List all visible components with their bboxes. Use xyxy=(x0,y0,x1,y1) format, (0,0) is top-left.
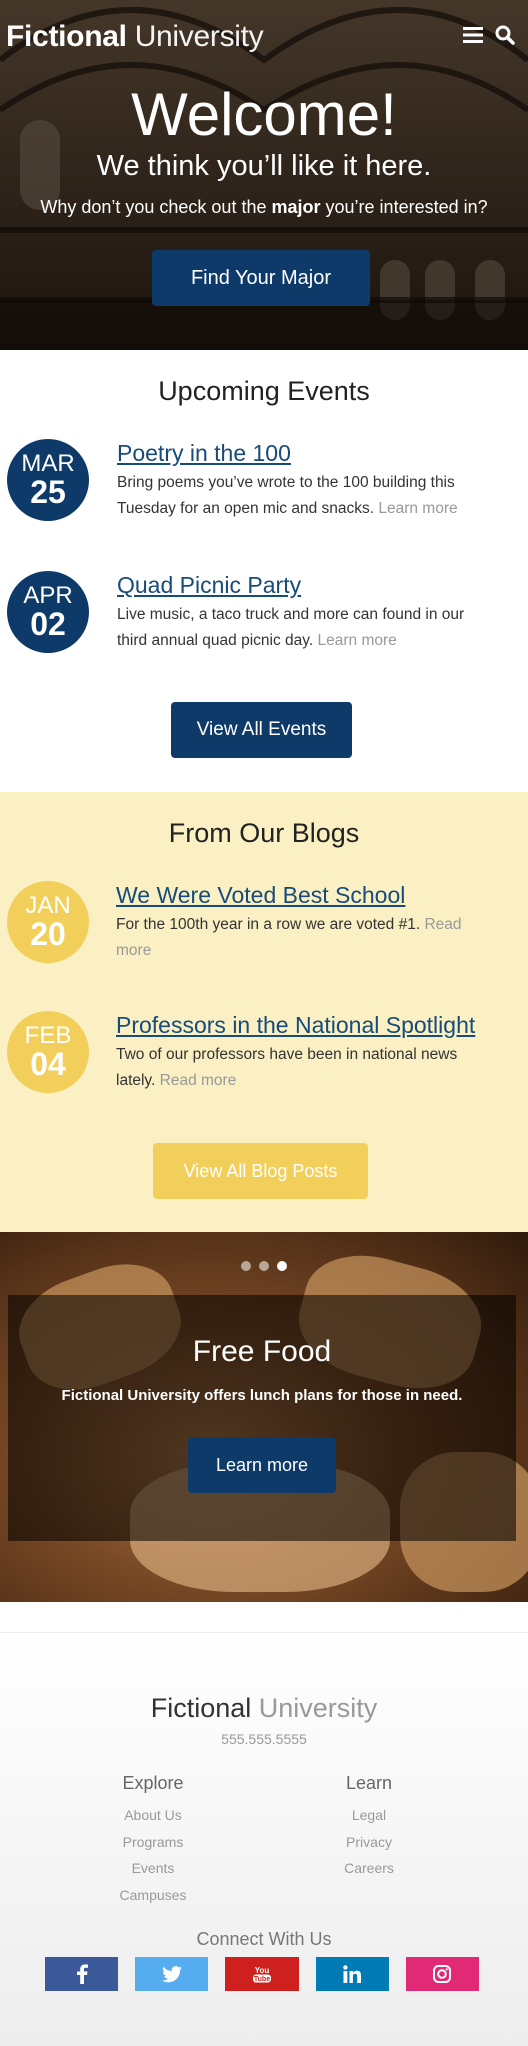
footer-learn-heading: Learn xyxy=(345,1773,393,1793)
footer-brand-light: University xyxy=(258,1693,378,1723)
footer-link-legal[interactable]: Legal xyxy=(294,1802,444,1829)
event-description: Live music, a taco truck and more can fo… xyxy=(117,602,497,654)
event-item: APR 02 Quad Picnic Party Live music, a t… xyxy=(0,568,528,658)
blog-description: Two of our professors have been in natio… xyxy=(116,1042,496,1094)
blog-title-link[interactable]: We Were Voted Best School xyxy=(116,882,405,909)
linkedin-icon[interactable] xyxy=(315,1957,389,1991)
learn-more-link[interactable]: Learn more xyxy=(378,500,457,517)
hero-question-start: Why don’t you check out the xyxy=(40,197,267,217)
menu-icon[interactable] xyxy=(462,24,484,46)
blog-date-badge: JAN 20 xyxy=(7,881,89,963)
footer-link-careers[interactable]: Careers xyxy=(294,1855,444,1882)
event-description-text: Live music, a taco truck and more can fo… xyxy=(117,606,465,649)
event-day: 25 xyxy=(30,474,66,510)
blog-day: 04 xyxy=(30,1046,66,1082)
read-more-link[interactable]: Read more xyxy=(160,1072,237,1089)
svg-text:Tube: Tube xyxy=(254,1976,270,1983)
view-all-events-button[interactable]: View All Events xyxy=(171,702,352,758)
hero-question-end: you’re interested in? xyxy=(325,197,488,217)
event-date-badge: MAR 25 xyxy=(7,439,89,521)
blog-item: JAN 20 We Were Voted Best School For the… xyxy=(0,878,528,968)
footer-link-campuses[interactable]: Campuses xyxy=(78,1882,228,1909)
footer-link-programs[interactable]: Programs xyxy=(78,1829,228,1856)
slide-title: Free Food xyxy=(192,1335,332,1368)
slider-dot[interactable] xyxy=(241,1261,251,1271)
footer-brand-bold: Fictional xyxy=(150,1693,252,1723)
footer-link-privacy[interactable]: Privacy xyxy=(294,1829,444,1856)
blog-item: FEB 04 Professors in the National Spotli… xyxy=(0,1008,528,1098)
learn-more-link[interactable]: Learn more xyxy=(318,632,397,649)
blog-title-link[interactable]: Professors in the National Spotlight xyxy=(116,1012,475,1039)
header-icons xyxy=(462,24,516,46)
event-item: MAR 25 Poetry in the 100 Bring poems you… xyxy=(0,436,528,526)
site-logo[interactable]: Fictional University xyxy=(6,20,264,54)
hero-question: Why don’t you check out the major you’re… xyxy=(0,197,528,218)
hero-title: Welcome! xyxy=(131,81,397,148)
event-month: APR xyxy=(23,582,73,609)
event-title-link[interactable]: Poetry in the 100 xyxy=(117,440,291,467)
find-your-major-button[interactable]: Find Your Major xyxy=(152,250,370,306)
connect-heading: Connect With Us xyxy=(196,1929,332,1949)
blogs-heading: From Our Blogs xyxy=(168,818,360,848)
footer-learn-column: Learn Legal Privacy Careers xyxy=(294,1773,444,1882)
view-all-blog-posts-button[interactable]: View All Blog Posts xyxy=(153,1143,368,1199)
slide-caption-box: Free Food Fictional University offers lu… xyxy=(8,1295,516,1541)
social-links: You Tube xyxy=(45,1957,480,1991)
blog-month: FEB xyxy=(24,1022,72,1049)
event-title-link[interactable]: Quad Picnic Party xyxy=(117,572,301,599)
blog-date-badge: FEB 04 xyxy=(7,1011,89,1093)
event-month: MAR xyxy=(21,450,75,477)
site-footer: Fictional University 555.555.5555 Explor… xyxy=(0,1632,528,2046)
hero-slider: Free Food Fictional University offers lu… xyxy=(0,1232,528,1602)
brand-light: University xyxy=(134,20,264,53)
svg-text:You: You xyxy=(255,1966,270,1975)
youtube-icon[interactable]: You Tube xyxy=(225,1957,299,1991)
hero-question-bold: major xyxy=(271,197,321,217)
footer-explore-heading: Explore xyxy=(122,1773,184,1793)
footer-logo[interactable]: Fictional University xyxy=(0,1693,528,1724)
blog-day: 20 xyxy=(30,916,66,952)
slider-dot[interactable] xyxy=(259,1261,269,1271)
blog-month: JAN xyxy=(25,892,71,919)
event-day: 02 xyxy=(30,606,66,642)
event-description: Bring poems you’ve wrote to the 100 buil… xyxy=(117,470,497,522)
blog-description-text: For the 100th year in a row we are voted… xyxy=(116,916,421,933)
events-heading: Upcoming Events xyxy=(158,376,370,406)
event-date-badge: APR 02 xyxy=(7,571,89,653)
footer-phone[interactable]: 555.555.5555 xyxy=(0,1731,528,1747)
footer-link-about-us[interactable]: About Us xyxy=(78,1802,228,1829)
instagram-icon[interactable] xyxy=(405,1957,480,1991)
slider-dot-active[interactable] xyxy=(277,1261,287,1271)
slide-learn-more-button[interactable]: Learn more xyxy=(188,1437,336,1493)
slide-text: Fictional University offers lunch plans … xyxy=(61,1387,463,1404)
footer-explore-column: Explore About Us Programs Events Campuse… xyxy=(78,1773,228,1908)
search-icon[interactable] xyxy=(494,24,516,46)
brand-bold: Fictional xyxy=(6,20,127,53)
twitter-icon[interactable] xyxy=(135,1957,209,1991)
hero-banner: Fictional University Welcome! We think y… xyxy=(0,0,528,350)
facebook-icon[interactable] xyxy=(45,1957,119,1991)
hero-subtitle: We think you’ll like it here. xyxy=(96,150,432,182)
blog-description: For the 100th year in a row we are voted… xyxy=(116,912,496,964)
slider-dots xyxy=(0,1261,528,1271)
footer-link-events[interactable]: Events xyxy=(78,1855,228,1882)
